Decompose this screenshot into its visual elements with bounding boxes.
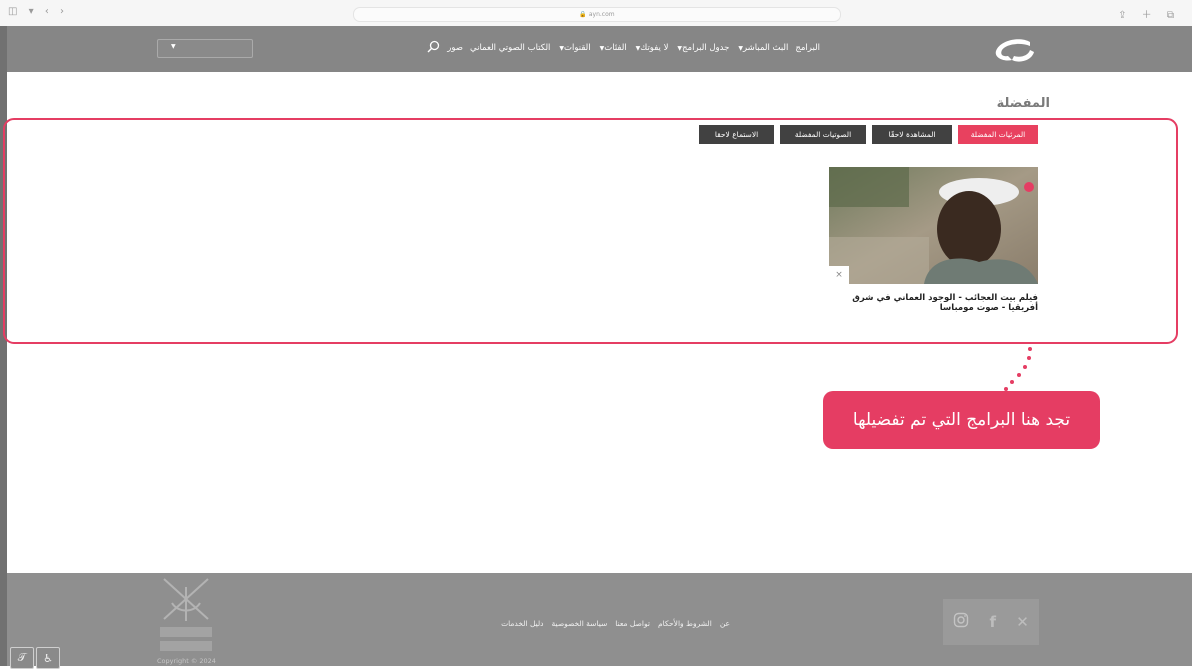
footer-link-services[interactable]: دليل الخدمات bbox=[501, 619, 543, 628]
browser-action-controls[interactable]: ⇪ ＋ ⧉ bbox=[1118, 6, 1180, 21]
nav-label: القنوات bbox=[564, 43, 591, 53]
remove-favorite-icon[interactable]: × bbox=[829, 266, 849, 285]
footer-links: عن الشروط والأحكام تواصل معنا سياسة الخص… bbox=[470, 619, 730, 628]
nav-label: لا يفوتك bbox=[640, 43, 669, 53]
address-bar[interactable]: 🔒 ayn.com bbox=[353, 7, 841, 22]
nav-item-photos[interactable]: صور bbox=[447, 43, 463, 53]
callout-pointer bbox=[1004, 347, 1032, 391]
footer-link-privacy[interactable]: سياسة الخصوصية bbox=[552, 619, 608, 628]
nav-label: الفئات bbox=[604, 43, 627, 53]
nav-item-categories[interactable]: الفئات▼ bbox=[598, 43, 627, 53]
site-logo[interactable] bbox=[990, 38, 1038, 64]
nav-label: جدول البرامج bbox=[682, 43, 730, 53]
lock-icon: 🔒 bbox=[579, 11, 587, 18]
nav-item-audiobook[interactable]: الكتاب الصوتي العماني bbox=[470, 43, 550, 53]
program-thumbnail[interactable] bbox=[829, 167, 1038, 284]
language-select[interactable]: ▼ bbox=[157, 39, 253, 58]
nav-item-schedule[interactable]: جدول البرامج▼ bbox=[675, 43, 729, 53]
nav-label: الكتاب الصوتي العماني bbox=[470, 43, 551, 53]
browser-toolbar: ◫ ▾ ‹ › 🔒 ayn.com ⇪ ＋ ⧉ bbox=[0, 0, 1192, 27]
ministry-emblem bbox=[160, 578, 212, 651]
nav-label: صور bbox=[447, 43, 464, 53]
footer-link-contact[interactable]: تواصل معنا bbox=[615, 619, 650, 628]
facebook-icon[interactable]: f bbox=[989, 613, 996, 631]
social-links: f ✕ bbox=[943, 599, 1039, 645]
footer-link-terms[interactable]: الشروط والأحكام bbox=[658, 619, 712, 628]
chevron-down-icon: ▼ bbox=[171, 43, 176, 50]
footer-link-about[interactable]: عن bbox=[720, 619, 730, 628]
nav-item-channels[interactable]: القنوات▼ bbox=[557, 43, 590, 53]
copyright: Copyright © 2024 bbox=[157, 657, 216, 665]
search-icon[interactable] bbox=[427, 40, 440, 56]
tab-watch-later[interactable]: المشاهدة لاحقًا bbox=[872, 125, 952, 144]
page-title: المفضلة bbox=[996, 96, 1050, 111]
tab-favorite-audio[interactable]: الصوتيات المفضلة bbox=[780, 125, 866, 144]
nav-item-live[interactable]: البث المباشر▼ bbox=[736, 43, 788, 53]
address-bar-text: ayn.com bbox=[588, 11, 615, 18]
nav-label: البث المباشر bbox=[742, 43, 789, 53]
nav-item-dont-miss[interactable]: لا يفوتك▼ bbox=[634, 43, 669, 53]
main-navigation: البرامج البث المباشر▼ جدول البرامج▼ لا ي… bbox=[360, 38, 820, 58]
browser-nav-controls[interactable]: ◫ ▾ ‹ › bbox=[8, 6, 68, 17]
nav-label: البرامج bbox=[795, 43, 820, 53]
tab-favorite-videos[interactable]: المرئيات المفضلة bbox=[958, 125, 1038, 144]
instagram-icon[interactable] bbox=[953, 612, 969, 632]
nav-item-programs[interactable]: البرامج bbox=[795, 43, 820, 53]
x-icon[interactable]: ✕ bbox=[1016, 613, 1029, 631]
tutorial-callout: تجد هنا البرامج التي تم تفضيلها bbox=[823, 391, 1100, 449]
tab-listen-later[interactable]: الاستماع لاحقا bbox=[699, 125, 774, 144]
program-title[interactable]: فيلم بيت العجائب - الوجود العماني في شرق… bbox=[829, 293, 1038, 313]
